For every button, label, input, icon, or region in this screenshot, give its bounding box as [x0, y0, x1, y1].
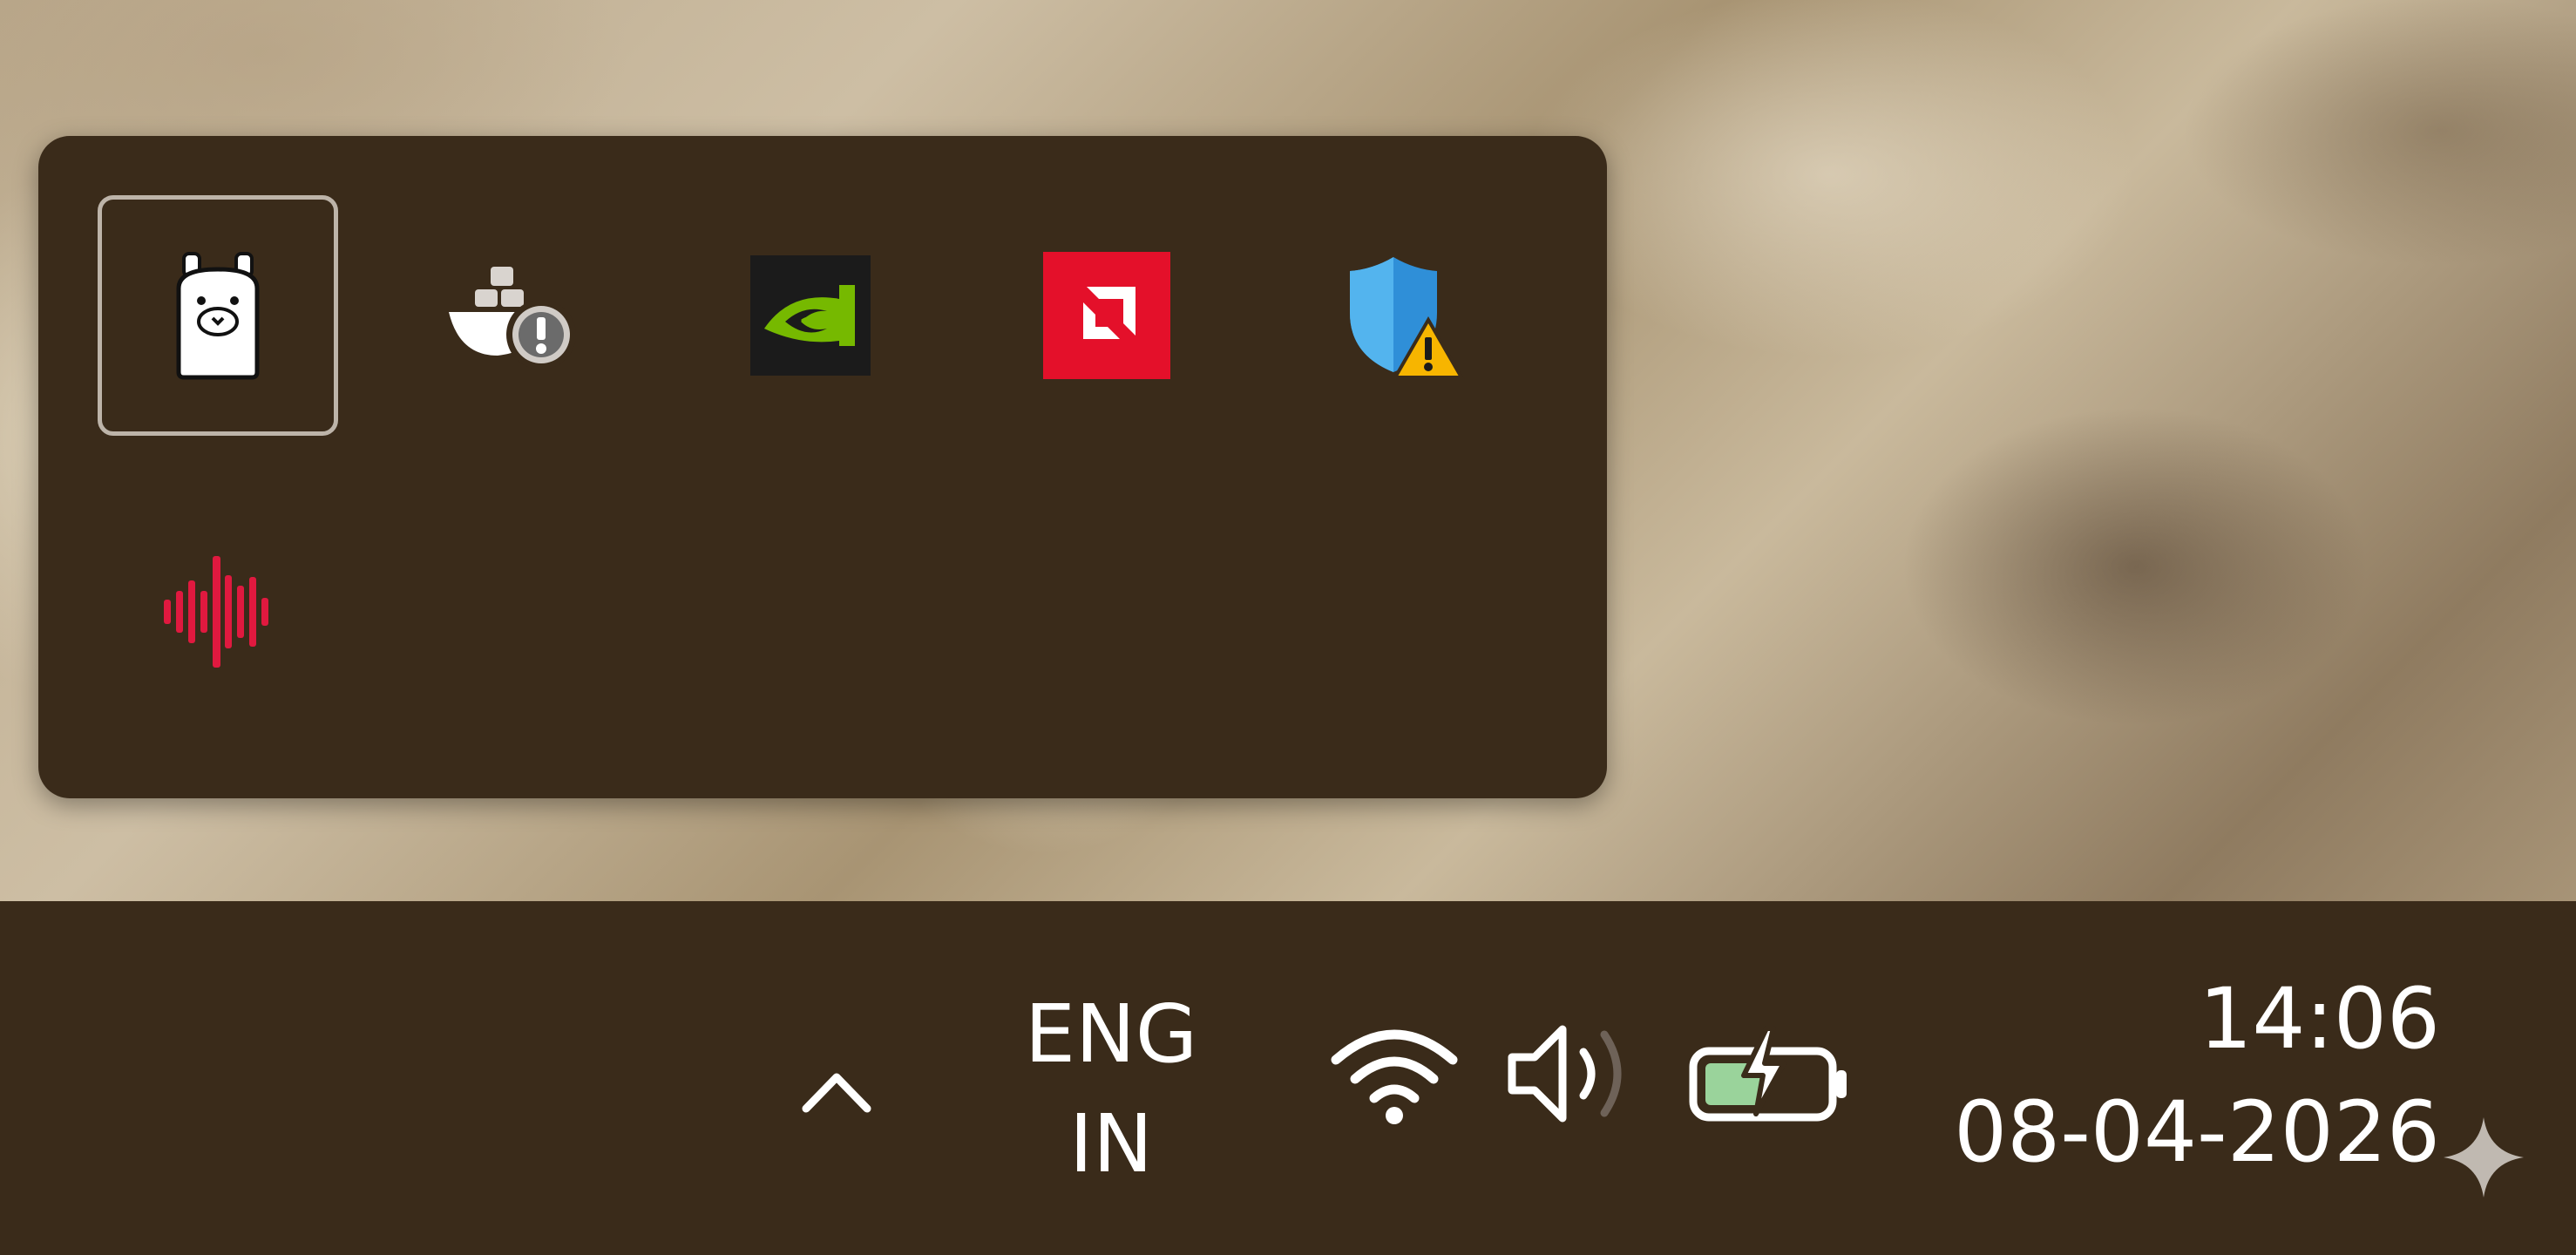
tray-item-docker[interactable]: [394, 195, 634, 436]
nvidia-icon: [750, 255, 871, 376]
clock-date: 08-04-2026: [1954, 1083, 2440, 1181]
clock-time: 14:06: [2199, 970, 2440, 1068]
docker-warning-icon: [440, 254, 588, 376]
network-button[interactable]: [1325, 1014, 1464, 1136]
tray-item-nvidia[interactable]: [690, 195, 931, 436]
taskbar: ENG IN 14:06 08-04-2026: [0, 901, 2576, 1255]
show-hidden-icons-button[interactable]: [793, 1049, 880, 1136]
ollama-icon: [170, 250, 266, 381]
clock[interactable]: 14:06 08-04-2026: [1952, 962, 2440, 1189]
language-code: ENG: [1024, 987, 1198, 1081]
language-region: IN: [1069, 1097, 1153, 1191]
tray-overflow-flyout: [38, 136, 1607, 798]
tray-item-ollama[interactable]: [98, 195, 338, 436]
volume-button[interactable]: [1499, 1014, 1638, 1136]
tray-item-security[interactable]: [1283, 195, 1523, 436]
battery-charging-icon: [1686, 1021, 1852, 1130]
sparkle-icon: [2440, 1114, 2527, 1201]
tray-item-audio[interactable]: [98, 492, 338, 732]
battery-button[interactable]: [1682, 1014, 1856, 1136]
audio-waveform-icon: [157, 551, 279, 673]
language-indicator[interactable]: ENG IN: [1002, 980, 1220, 1199]
chevron-up-icon: [797, 1065, 876, 1121]
amd-icon: [1043, 252, 1170, 379]
wifi-icon: [1329, 1021, 1460, 1130]
volume-icon: [1503, 1017, 1634, 1134]
security-warning-icon: [1338, 250, 1468, 381]
tray-item-amd[interactable]: [986, 195, 1227, 436]
